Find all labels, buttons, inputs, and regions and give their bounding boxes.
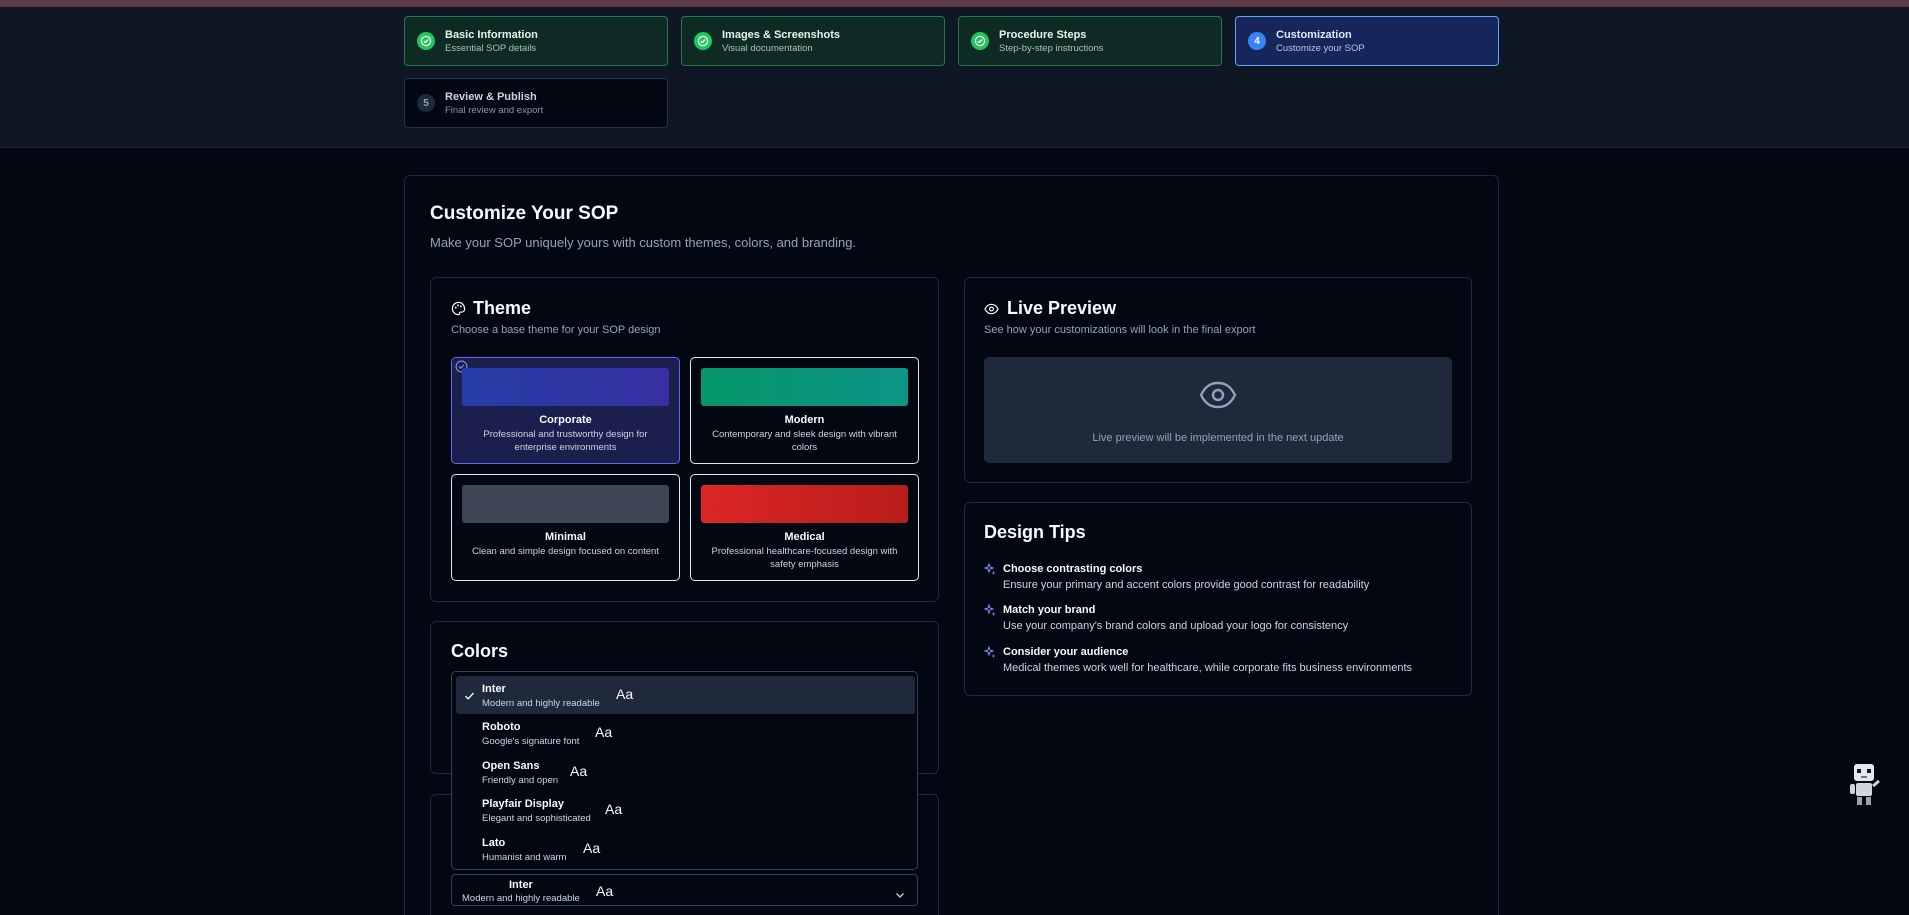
live-preview-title: Live Preview [1007, 298, 1117, 318]
stepper: Basic Information Essential SOP details … [0, 7, 1909, 148]
theme-name: Modern [784, 414, 825, 426]
font-select-name: Inter [509, 879, 533, 891]
step-title: Procedure Steps [999, 28, 1087, 41]
check-circle-icon [694, 32, 712, 50]
theme-option-corporate[interactable]: Corporate Professional and trustworthy d… [451, 357, 680, 464]
font-option-name: Roboto [482, 721, 521, 733]
theme-title: Theme [473, 298, 532, 318]
font-option-sample: Aa [605, 801, 623, 817]
step-number: 5 [417, 94, 435, 112]
font-option-open-sans[interactable]: Open Sans Friendly and open Aa [456, 753, 915, 791]
font-option-name: Open Sans [482, 760, 540, 772]
step-review-publish[interactable]: 5 Review & Publish Final review and expo… [404, 78, 668, 128]
live-preview-subtitle: See how your customizations will look in… [984, 324, 1256, 336]
font-option-sample: Aa [570, 763, 588, 779]
eye-icon [984, 302, 999, 320]
font-option-sample: Aa [595, 724, 613, 740]
theme-description: Professional and trustworthy design for … [483, 429, 648, 453]
step-title: Basic Information [445, 28, 538, 41]
theme-option-medical[interactable]: Medical Professional healthcare-focused … [690, 474, 919, 581]
step-title: Images & Screenshots [722, 28, 840, 41]
theme-swatch [462, 368, 669, 406]
tip-title: Choose contrasting colors [1003, 563, 1143, 575]
step-customization[interactable]: 4 Customization Customize your SOP [1235, 16, 1499, 66]
preview-placeholder: Live preview will be implemented in the … [984, 357, 1452, 463]
palette-icon [451, 301, 466, 321]
check-circle-icon [417, 32, 435, 50]
theme-name: Corporate [539, 414, 592, 426]
eye-icon [1199, 380, 1237, 415]
theme-subtitle: Choose a base theme for your SOP design [451, 324, 661, 336]
theme-name: Medical [784, 531, 825, 543]
font-option-description: Elegant and sophisticated [482, 813, 591, 824]
theme-option-minimal[interactable]: Minimal Clean and simple design focused … [451, 474, 680, 581]
tip-title: Consider your audience [1003, 646, 1129, 658]
font-select-sample: Aa [596, 883, 614, 899]
step-subtitle: Customize your SOP [1276, 42, 1365, 54]
design-tips-title: Design Tips [984, 522, 1086, 542]
sparkle-icon [983, 603, 996, 616]
tip-description: Medical themes work well for healthcare,… [1003, 662, 1413, 674]
tip-description: Ensure your primary and accent colors pr… [1003, 579, 1370, 591]
step-basic-information[interactable]: Basic Information Essential SOP details [404, 16, 668, 66]
sparkle-icon [983, 645, 996, 658]
step-subtitle: Essential SOP details [445, 42, 537, 54]
page-description: Make your SOP uniquely yours with custom… [430, 235, 857, 250]
theme-swatch [462, 485, 669, 523]
font-dropdown-menu: Inter Modern and highly readable Aa Robo… [451, 671, 918, 870]
step-number: 4 [1248, 32, 1266, 50]
tip-title: Match your brand [1003, 604, 1096, 616]
theme-option-modern[interactable]: Modern Contemporary and sleek design wit… [690, 357, 919, 464]
font-option-description: Google's signature font [482, 736, 580, 747]
font-option-name: Playfair Display [482, 798, 564, 810]
check-circle-icon [971, 32, 989, 50]
step-subtitle: Step-by-step instructions [999, 42, 1104, 54]
font-select[interactable]: Inter Modern and highly readable Aa [451, 874, 918, 906]
colors-title: Colors [451, 641, 509, 661]
robot-icon[interactable] [1847, 762, 1883, 811]
theme-swatch [701, 485, 908, 523]
step-title: Review & Publish [445, 90, 537, 103]
step-procedure-steps[interactable]: Procedure Steps Step-by-step instruction… [958, 16, 1222, 66]
font-option-description: Modern and highly readable [482, 698, 600, 709]
preview-placeholder-text: Live preview will be implemented in the … [1092, 432, 1344, 444]
font-option-playfair-display[interactable]: Playfair Display Elegant and sophisticat… [456, 791, 915, 829]
font-select-description: Modern and highly readable [462, 893, 580, 904]
font-option-sample: Aa [583, 840, 601, 856]
page-title: Customize Your SOP [430, 203, 619, 224]
check-icon [464, 688, 475, 706]
theme-swatch [701, 368, 908, 406]
font-option-roboto[interactable]: Roboto Google's signature font Aa [456, 714, 915, 752]
theme-description: Clean and simple design focused on conte… [472, 546, 659, 557]
font-option-inter[interactable]: Inter Modern and highly readable Aa [456, 676, 915, 714]
tip-description: Use your company's brand colors and uplo… [1003, 620, 1349, 632]
step-title: Customization [1276, 28, 1352, 41]
top-strip [0, 0, 1909, 7]
font-option-name: Inter [482, 683, 506, 695]
step-subtitle: Final review and export [445, 104, 544, 116]
chevron-down-icon [895, 886, 905, 904]
font-option-description: Humanist and warm [482, 852, 567, 863]
font-option-description: Friendly and open [482, 775, 559, 786]
font-option-sample: Aa [616, 686, 634, 702]
sparkle-icon [983, 562, 996, 575]
font-option-name: Lato [482, 837, 506, 849]
theme-name: Minimal [545, 531, 586, 543]
step-subtitle: Visual documentation [722, 42, 813, 54]
theme-description: Professional healthcare-focused design w… [711, 546, 898, 570]
theme-description: Contemporary and sleek design with vibra… [712, 429, 897, 453]
font-option-lato[interactable]: Lato Humanist and warm Aa [456, 830, 915, 868]
step-images-screenshots[interactable]: Images & Screenshots Visual documentatio… [681, 16, 945, 66]
